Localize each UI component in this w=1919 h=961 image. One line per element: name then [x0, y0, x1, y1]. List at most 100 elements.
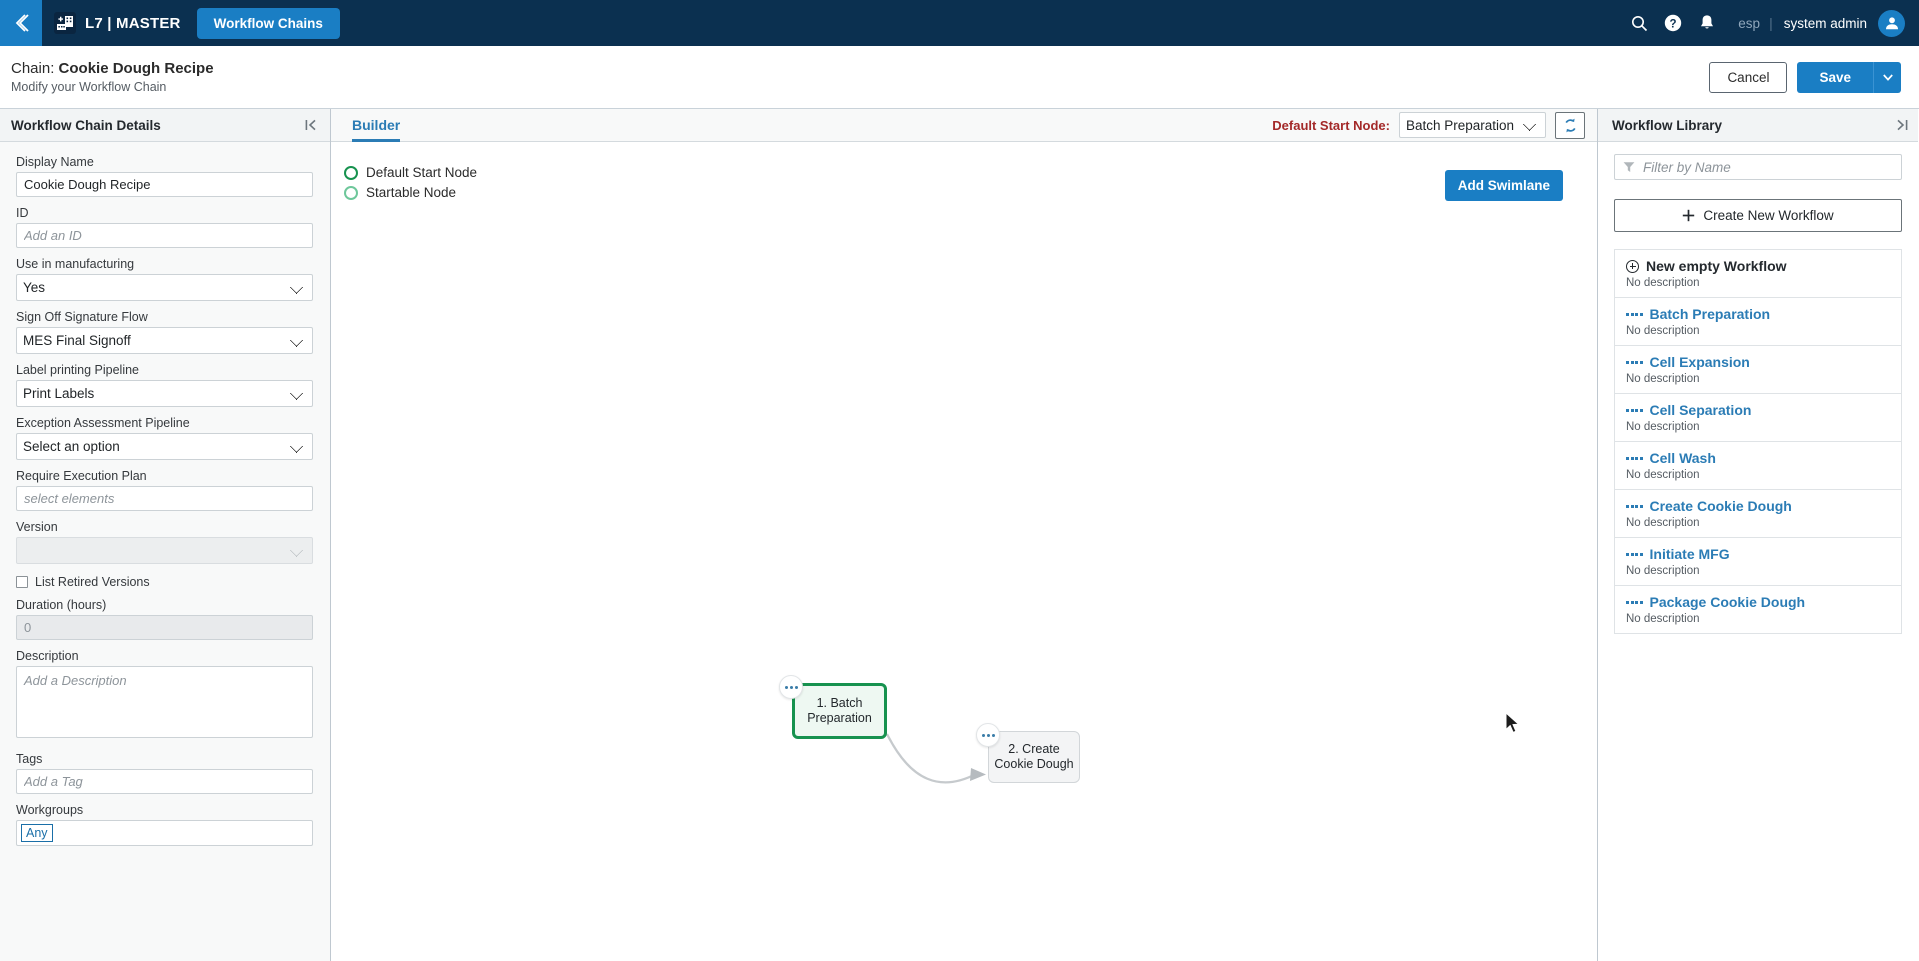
list-item-cell-expansion[interactable]: Cell Expansion No description — [1615, 346, 1901, 394]
nav-tab-workflow-chains[interactable]: Workflow Chains — [196, 7, 340, 39]
chevron-left-icon — [15, 14, 29, 32]
workflow-chain-icon — [1626, 552, 1643, 556]
chevron-down-icon — [1882, 73, 1893, 81]
description-textarea[interactable] — [16, 666, 313, 738]
node-menu-dots-icon[interactable] — [976, 723, 1000, 747]
right-panel-header: Workflow Library — [1598, 109, 1918, 142]
list-item-name: Package Cookie Dough — [1649, 594, 1806, 610]
list-item-description: No description — [1626, 565, 1700, 577]
workgroup-chip-any[interactable]: Any — [21, 824, 53, 842]
list-item-description: No description — [1626, 373, 1700, 385]
filter-by-name-input[interactable] — [1641, 155, 1901, 179]
require-execution-plan-input[interactable] — [16, 486, 313, 511]
list-item-name: Create Cookie Dough — [1649, 498, 1792, 514]
exception-assessment-pipeline-select[interactable]: Select an option — [16, 433, 313, 460]
workflow-chain-icon — [1626, 600, 1643, 604]
list-item-name: Cell Wash — [1649, 450, 1716, 466]
svg-text:?: ? — [1670, 18, 1677, 30]
default-start-node-select[interactable]: Batch Preparation — [1399, 112, 1546, 138]
workflow-node-create-cookie-dough[interactable]: 2. Create Cookie Dough — [988, 731, 1080, 783]
user-avatar-icon — [1885, 17, 1898, 30]
list-item-name: Cell Expansion — [1649, 354, 1750, 370]
page-title-value: Cookie Dough Recipe — [58, 60, 214, 77]
page-title-block: Chain: Cookie Dough Recipe Modify your W… — [0, 60, 214, 94]
page-subtitle: Modify your Workflow Chain — [11, 80, 167, 94]
workflow-chain-icon — [1626, 408, 1643, 412]
chain-details-form: Display Name ID Use in manufacturing Yes… — [0, 142, 330, 961]
list-item-cell-separation[interactable]: Cell Separation No description — [1615, 394, 1901, 442]
node-menu-dots-icon[interactable] — [779, 675, 803, 699]
workgroups-field[interactable]: Any — [16, 820, 313, 846]
list-item-name: Cell Separation — [1649, 402, 1752, 418]
node-label-line1: 1. Batch — [816, 695, 863, 710]
top-navigation-bar: L7 | MASTER Workflow Chains ? esp | syst… — [0, 0, 1919, 46]
id-input[interactable] — [16, 223, 313, 248]
save-button[interactable]: Save — [1797, 61, 1873, 93]
refresh-sync-icon — [1564, 118, 1576, 132]
id-label: ID — [16, 206, 29, 220]
save-dropdown-button[interactable] — [1873, 61, 1901, 93]
workflow-chain-details-panel: Workflow Chain Details Display Name ID U… — [0, 109, 331, 961]
tags-label: Tags — [16, 752, 43, 766]
list-retired-versions-row[interactable]: List Retired Versions — [16, 575, 314, 589]
node-label-line1: 2. Create — [1008, 741, 1060, 756]
node-label: 2. Create Cookie Dough — [994, 742, 1073, 773]
duration-hours-label: Duration (hours) — [16, 598, 107, 612]
use-in-manufacturing-label: Use in manufacturing — [16, 257, 135, 271]
workflow-node-batch-preparation[interactable]: 1. Batch Preparation — [792, 683, 887, 739]
collapse-left-icon[interactable] — [304, 118, 318, 132]
user-name-label[interactable]: system admin — [1773, 16, 1878, 31]
workflow-graph-edges — [885, 733, 986, 784]
page-subheader: Chain: Cookie Dough Recipe Modify your W… — [0, 46, 1919, 109]
tab-builder[interactable]: Builder — [352, 109, 401, 142]
cancel-button[interactable]: Cancel — [1709, 61, 1788, 93]
list-item-name: New empty Workflow — [1646, 258, 1787, 274]
locale-selector[interactable]: esp — [1724, 16, 1769, 31]
refresh-sync-button[interactable] — [1555, 111, 1585, 139]
display-name-input[interactable] — [16, 172, 313, 197]
help-circle-icon[interactable]: ? — [1656, 0, 1690, 46]
list-retired-versions-checkbox[interactable] — [16, 576, 28, 588]
create-new-workflow-button[interactable]: Create New Workflow — [1614, 199, 1902, 232]
tags-input[interactable] — [16, 769, 313, 794]
list-item-batch-preparation[interactable]: Batch Preparation No description — [1615, 298, 1901, 346]
filter-icon — [1615, 161, 1641, 173]
require-execution-plan-label: Require Execution Plan — [16, 469, 147, 483]
workflow-library-body: Create New Workflow New empty Workflow N… — [1598, 142, 1918, 961]
display-name-label: Display Name — [16, 155, 94, 169]
brand[interactable]: L7 | MASTER — [54, 12, 181, 34]
back-chevron-button[interactable] — [0, 0, 42, 46]
collapse-right-icon[interactable] — [1895, 118, 1909, 132]
list-item-cell-wash[interactable]: Cell Wash No description — [1615, 442, 1901, 490]
avatar[interactable] — [1878, 9, 1905, 37]
builder-header-controls: Default Start Node: Batch Preparation — [1272, 111, 1585, 139]
list-item-title-row: Cell Expansion — [1626, 354, 1891, 370]
workflow-library-list: New empty Workflow No description Batch … — [1614, 249, 1902, 634]
left-panel-title: Workflow Chain Details — [11, 117, 161, 133]
builder-canvas[interactable]: Default Start Node Startable Node Add Sw… — [331, 142, 1597, 961]
sign-off-signature-flow-select[interactable]: MES Final Signoff — [16, 327, 313, 354]
bell-icon[interactable] — [1690, 0, 1724, 46]
sign-off-signature-flow-label: Sign Off Signature Flow — [16, 310, 148, 324]
description-label: Description — [16, 649, 79, 663]
label-printing-pipeline-select[interactable]: Print Labels — [16, 380, 313, 407]
search-icon[interactable] — [1622, 0, 1656, 46]
list-item-title-row: Create Cookie Dough — [1626, 498, 1891, 514]
builder-panel: Builder Default Start Node: Batch Prepar… — [331, 109, 1598, 961]
list-item-description: No description — [1626, 277, 1700, 289]
list-item-package-cookie-dough[interactable]: Package Cookie Dough No description — [1615, 586, 1901, 633]
workgroups-label: Workgroups — [16, 803, 84, 817]
list-item-title-row: New empty Workflow — [1626, 258, 1891, 274]
list-item-title-row: Cell Wash — [1626, 450, 1891, 466]
workflow-chain-icon — [1626, 504, 1643, 508]
list-item-title-row: Cell Separation — [1626, 402, 1891, 418]
version-select[interactable] — [16, 537, 313, 564]
plus-circle-icon — [1626, 259, 1639, 273]
list-item-create-cookie-dough[interactable]: Create Cookie Dough No description — [1615, 490, 1901, 538]
filter-field[interactable] — [1614, 154, 1902, 180]
list-item-initiate-mfg[interactable]: Initiate MFG No description — [1615, 538, 1901, 586]
plus-icon — [1683, 209, 1695, 222]
use-in-manufacturing-select[interactable]: Yes — [16, 274, 313, 301]
list-item-new-empty-workflow[interactable]: New empty Workflow No description — [1615, 250, 1901, 298]
duration-hours-input[interactable] — [16, 615, 313, 640]
